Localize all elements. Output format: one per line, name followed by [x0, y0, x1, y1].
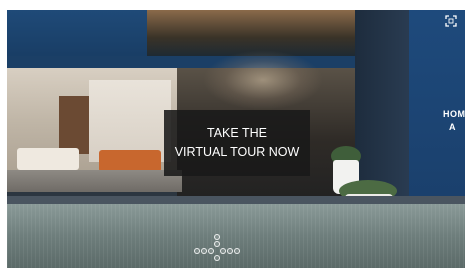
wood-panel [59, 96, 89, 154]
storefront-sign-line1: HOM [443, 109, 465, 119]
nav-right-outer-dot[interactable] [234, 248, 240, 254]
nav-left-inner-dot[interactable] [208, 248, 214, 254]
facade-left-panel [7, 10, 147, 62]
virtual-tour-line1: TAKE THE [207, 126, 267, 140]
fullscreen-button[interactable] [445, 14, 457, 27]
navigation-control[interactable] [190, 232, 250, 266]
panorama-viewer[interactable]: HOM A TAKE THE VIRTUAL TOUR NOW [7, 10, 465, 268]
showroom-floor [7, 170, 182, 192]
virtual-tour-button[interactable]: TAKE THE VIRTUAL TOUR NOW [164, 110, 310, 176]
nav-left-dot[interactable] [201, 248, 207, 254]
sofa-white [17, 148, 79, 170]
nav-left-outer-dot[interactable] [194, 248, 200, 254]
nav-up-inner-dot[interactable] [214, 241, 220, 247]
nav-right-dot[interactable] [227, 248, 233, 254]
chandelier-glow [203, 50, 323, 110]
nav-right-inner-dot[interactable] [220, 248, 226, 254]
virtual-tour-line2: VIRTUAL TOUR NOW [174, 145, 300, 159]
nav-up-dot[interactable] [214, 234, 220, 240]
sofa-orange [99, 150, 161, 172]
storefront-sign-line2: A [449, 122, 456, 132]
storefront-sign: HOM A [443, 108, 465, 134]
nav-down-dot[interactable] [214, 255, 220, 261]
fullscreen-corners-icon [445, 15, 457, 27]
